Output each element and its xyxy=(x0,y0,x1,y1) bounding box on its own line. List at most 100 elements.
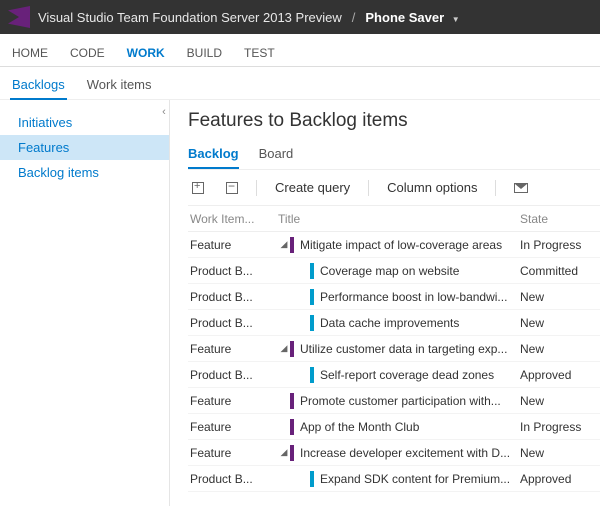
type-color-bar xyxy=(290,393,294,409)
title-text: Utilize customer data in targeting exp..… xyxy=(300,342,520,356)
type-color-bar xyxy=(310,263,314,279)
cell-state: New xyxy=(520,342,600,356)
cell-state: Approved xyxy=(520,368,600,382)
work-item-grid: Work Item... Title State Feature◢Mitigat… xyxy=(188,206,600,492)
page-title: Features to Backlog items xyxy=(188,110,600,132)
table-row[interactable]: Feature Promote customer participation wi… xyxy=(188,388,600,414)
cell-state: New xyxy=(520,316,600,330)
expand-toggle-icon[interactable]: ◢ xyxy=(278,239,290,250)
title-text: Data cache improvements xyxy=(320,316,520,330)
column-options-button[interactable]: Column options xyxy=(383,178,481,197)
table-row[interactable]: Product B... Data cache improvementsNew xyxy=(188,310,600,336)
table-row[interactable]: Product B...Self-report coverage dead zo… xyxy=(188,362,600,388)
view-tab-backlog[interactable]: Backlog xyxy=(188,142,239,169)
table-row[interactable]: Product B... Coverage map on websiteCommi… xyxy=(188,258,600,284)
cell-title: ◢ Mitigate impact of low-coverage areas xyxy=(278,237,520,253)
cell-work-item-type: Feature xyxy=(188,342,278,356)
expand-toggle-icon[interactable]: ◢ xyxy=(278,343,290,354)
cell-work-item-type: Product B... xyxy=(188,264,278,278)
cell-work-item-type: Product B... xyxy=(188,316,278,330)
create-query-button[interactable]: Create query xyxy=(271,178,354,197)
type-color-bar xyxy=(290,341,294,357)
sidebar-item-backlog-items[interactable]: Backlog items xyxy=(0,160,169,185)
cell-title: Data cache improvements xyxy=(278,315,520,331)
mail-icon xyxy=(514,183,528,193)
top-tab-code[interactable]: CODE xyxy=(68,40,107,66)
type-color-bar xyxy=(310,315,314,331)
sidebar-item-initiatives[interactable]: Initiatives xyxy=(0,110,169,135)
app-header: Visual Studio Team Foundation Server 201… xyxy=(0,0,600,34)
type-color-bar xyxy=(290,237,294,253)
type-color-bar xyxy=(290,445,294,461)
plus-icon xyxy=(192,182,204,194)
table-row[interactable]: Feature App of the Month ClubIn Progress xyxy=(188,414,600,440)
top-tab-home[interactable]: HOME xyxy=(10,40,50,66)
collapse-sidebar-icon[interactable]: ‹ xyxy=(158,102,170,122)
sub-nav-tabs: Backlogs Work items xyxy=(0,67,600,100)
header-work-item-type[interactable]: Work Item... xyxy=(188,212,278,226)
cell-title: ◢ Increase developer excitement with D... xyxy=(278,445,520,461)
table-row[interactable]: Feature◢ Utilize customer data in targeti… xyxy=(188,336,600,362)
vs-logo-icon xyxy=(8,6,30,28)
top-tab-work[interactable]: WORK xyxy=(125,40,167,66)
main-content: Features to Backlog items Backlog Board C… xyxy=(170,100,600,506)
cell-state: New xyxy=(520,394,600,408)
title-text: Coverage map on website xyxy=(320,264,520,278)
view-tab-board[interactable]: Board xyxy=(259,142,294,167)
project-name: Phone Saver xyxy=(365,10,444,25)
grid-header-row: Work Item... Title State xyxy=(188,206,600,232)
title-text: Increase developer excitement with D... xyxy=(300,446,520,460)
type-color-bar xyxy=(310,471,314,487)
top-tab-test[interactable]: TEST xyxy=(242,40,277,66)
title-text: Mitigate impact of low-coverage areas xyxy=(300,238,520,252)
top-nav-tabs: HOME CODE WORK BUILD TEST xyxy=(0,34,600,67)
minus-icon xyxy=(226,182,238,194)
header-title[interactable]: Title xyxy=(278,212,520,226)
view-tabs: Backlog Board xyxy=(188,142,600,170)
cell-work-item-type: Feature xyxy=(188,238,278,252)
title-text: App of the Month Club xyxy=(300,420,520,434)
header-state[interactable]: State xyxy=(520,212,600,226)
sidebar-item-features[interactable]: Features xyxy=(0,135,169,160)
table-row[interactable]: Product B... Expand SDK content for Premi… xyxy=(188,466,600,492)
header-separator: / xyxy=(352,10,356,25)
cell-state: New xyxy=(520,290,600,304)
cell-title: ◢ Utilize customer data in targeting exp.… xyxy=(278,341,520,357)
cell-work-item-type: Feature xyxy=(188,394,278,408)
cell-state: In Progress xyxy=(520,238,600,252)
email-button[interactable] xyxy=(510,181,532,195)
title-text: Performance boost in low-bandwi... xyxy=(320,290,520,304)
grid-toolbar: Create query Column options xyxy=(188,170,600,206)
table-row[interactable]: Feature◢ Mitigate impact of low-coverage … xyxy=(188,232,600,258)
cell-title: Promote customer participation with... xyxy=(278,393,520,409)
table-row[interactable]: Product B... Performance boost in low-ban… xyxy=(188,284,600,310)
top-tab-build[interactable]: BUILD xyxy=(185,40,224,66)
sub-tab-work-items[interactable]: Work items xyxy=(85,73,154,98)
cell-state: Approved xyxy=(520,472,600,486)
title-text: Expand SDK content for Premium... xyxy=(320,472,520,486)
type-color-bar xyxy=(290,419,294,435)
sub-tab-backlogs[interactable]: Backlogs xyxy=(10,73,67,100)
cell-work-item-type: Feature xyxy=(188,420,278,434)
collapse-all-button[interactable] xyxy=(222,180,242,196)
cell-title: App of the Month Club xyxy=(278,419,520,435)
cell-state: New xyxy=(520,446,600,460)
cell-state: Committed xyxy=(520,264,600,278)
cell-state: In Progress xyxy=(520,420,600,434)
table-row[interactable]: Feature◢ Increase developer excitement wi… xyxy=(188,440,600,466)
expand-toggle-icon[interactable]: ◢ xyxy=(278,447,290,458)
title-text: Promote customer participation with... xyxy=(300,394,520,408)
cell-work-item-type: Feature xyxy=(188,446,278,460)
type-color-bar xyxy=(310,367,314,383)
expand-all-button[interactable] xyxy=(188,180,208,196)
toolbar-separator xyxy=(495,180,496,196)
product-title: Visual Studio Team Foundation Server 201… xyxy=(38,10,342,25)
cell-work-item-type: Product B... xyxy=(188,290,278,304)
cell-work-item-type: Product B... xyxy=(188,472,278,486)
backlog-sidebar: ‹ InitiativesFeaturesBacklog items xyxy=(0,100,170,506)
cell-title: Coverage map on website xyxy=(278,263,520,279)
type-color-bar xyxy=(310,289,314,305)
cell-title: Performance boost in low-bandwi... xyxy=(278,289,520,305)
toolbar-separator xyxy=(368,180,369,196)
project-dropdown[interactable]: Phone Saver ▼ xyxy=(365,10,459,25)
